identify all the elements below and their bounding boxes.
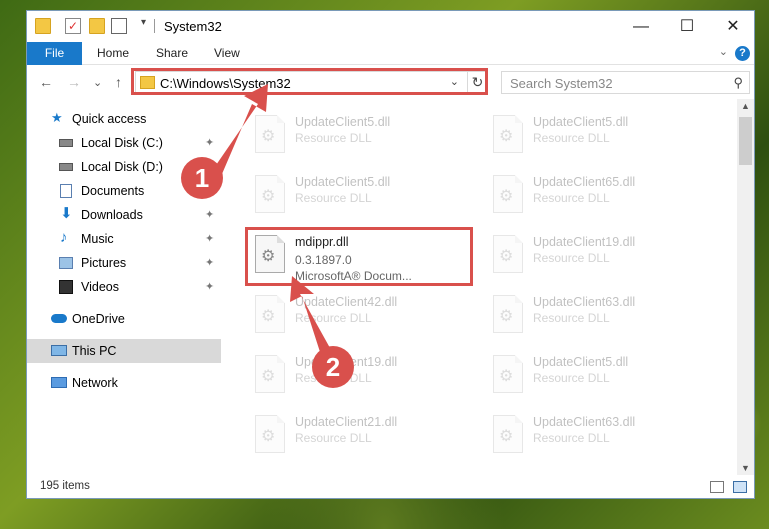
annotation-arrows bbox=[214, 84, 330, 352]
step-badge-2: 2 bbox=[312, 346, 354, 388]
arrow-2-icon bbox=[290, 276, 330, 352]
arrow-1-icon bbox=[214, 84, 268, 174]
step-badge-1: 1 bbox=[181, 157, 223, 199]
